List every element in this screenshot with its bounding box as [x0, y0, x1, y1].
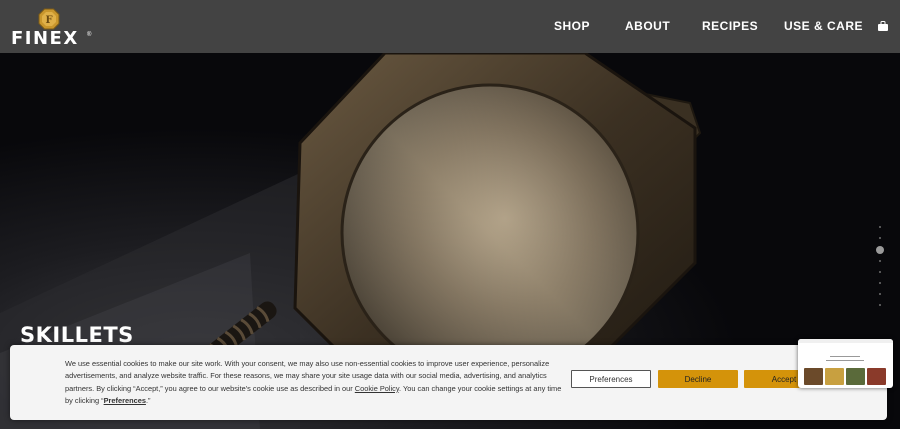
- carousel-dot[interactable]: [879, 282, 881, 284]
- carousel-dot[interactable]: [879, 304, 881, 306]
- thumbnail-food-photo: [867, 368, 886, 385]
- carousel-dot[interactable]: [879, 271, 881, 273]
- nav-about[interactable]: ABOUT: [625, 19, 670, 33]
- cart-icon[interactable]: [877, 21, 889, 31]
- carousel-dot[interactable]: [879, 293, 881, 295]
- thumbnail-food-photo: [825, 368, 844, 385]
- hero-title: SKILLETS: [20, 323, 134, 347]
- nav-use-and-care[interactable]: USE & CARE: [784, 19, 863, 33]
- page-preview-thumbnail[interactable]: [798, 339, 893, 388]
- carousel-pagination[interactable]: [876, 226, 884, 316]
- carousel-dot[interactable]: [879, 237, 881, 239]
- cookie-message: We use essential cookies to make our sit…: [65, 358, 565, 408]
- thumbnail-food-photo: [804, 368, 823, 385]
- thumbnail-text-line: [826, 360, 864, 361]
- emblem-letter: F: [45, 15, 52, 26]
- octagon-emblem-icon: F: [38, 8, 60, 30]
- top-navbar: F FINEX ® SHOP ABOUT RECIPES USE & CARE: [0, 0, 900, 53]
- logo-wordmark: FINEX: [11, 28, 79, 49]
- nav-recipes[interactable]: RECIPES: [702, 19, 758, 33]
- thumbnail-navbar: [798, 339, 893, 343]
- nav-shop[interactable]: SHOP: [554, 19, 590, 33]
- cookie-policy-link[interactable]: Cookie Policy: [355, 384, 399, 393]
- carousel-dot[interactable]: [879, 260, 881, 262]
- decline-button[interactable]: Decline: [658, 370, 738, 388]
- preferences-link[interactable]: Preferences: [104, 396, 146, 405]
- thumbnail-food-photo: [846, 368, 865, 385]
- thumbnail-text-line: [830, 356, 860, 357]
- carousel-dot[interactable]: [879, 226, 881, 228]
- registered-mark: ®: [87, 32, 92, 38]
- cookie-text-part: .”: [145, 396, 151, 406]
- cookie-consent-banner: We use essential cookies to make our sit…: [10, 345, 887, 420]
- carousel-dot-active[interactable]: [876, 246, 884, 254]
- finex-logo[interactable]: F FINEX ®: [11, 8, 91, 48]
- preferences-button[interactable]: Preferences: [571, 370, 651, 388]
